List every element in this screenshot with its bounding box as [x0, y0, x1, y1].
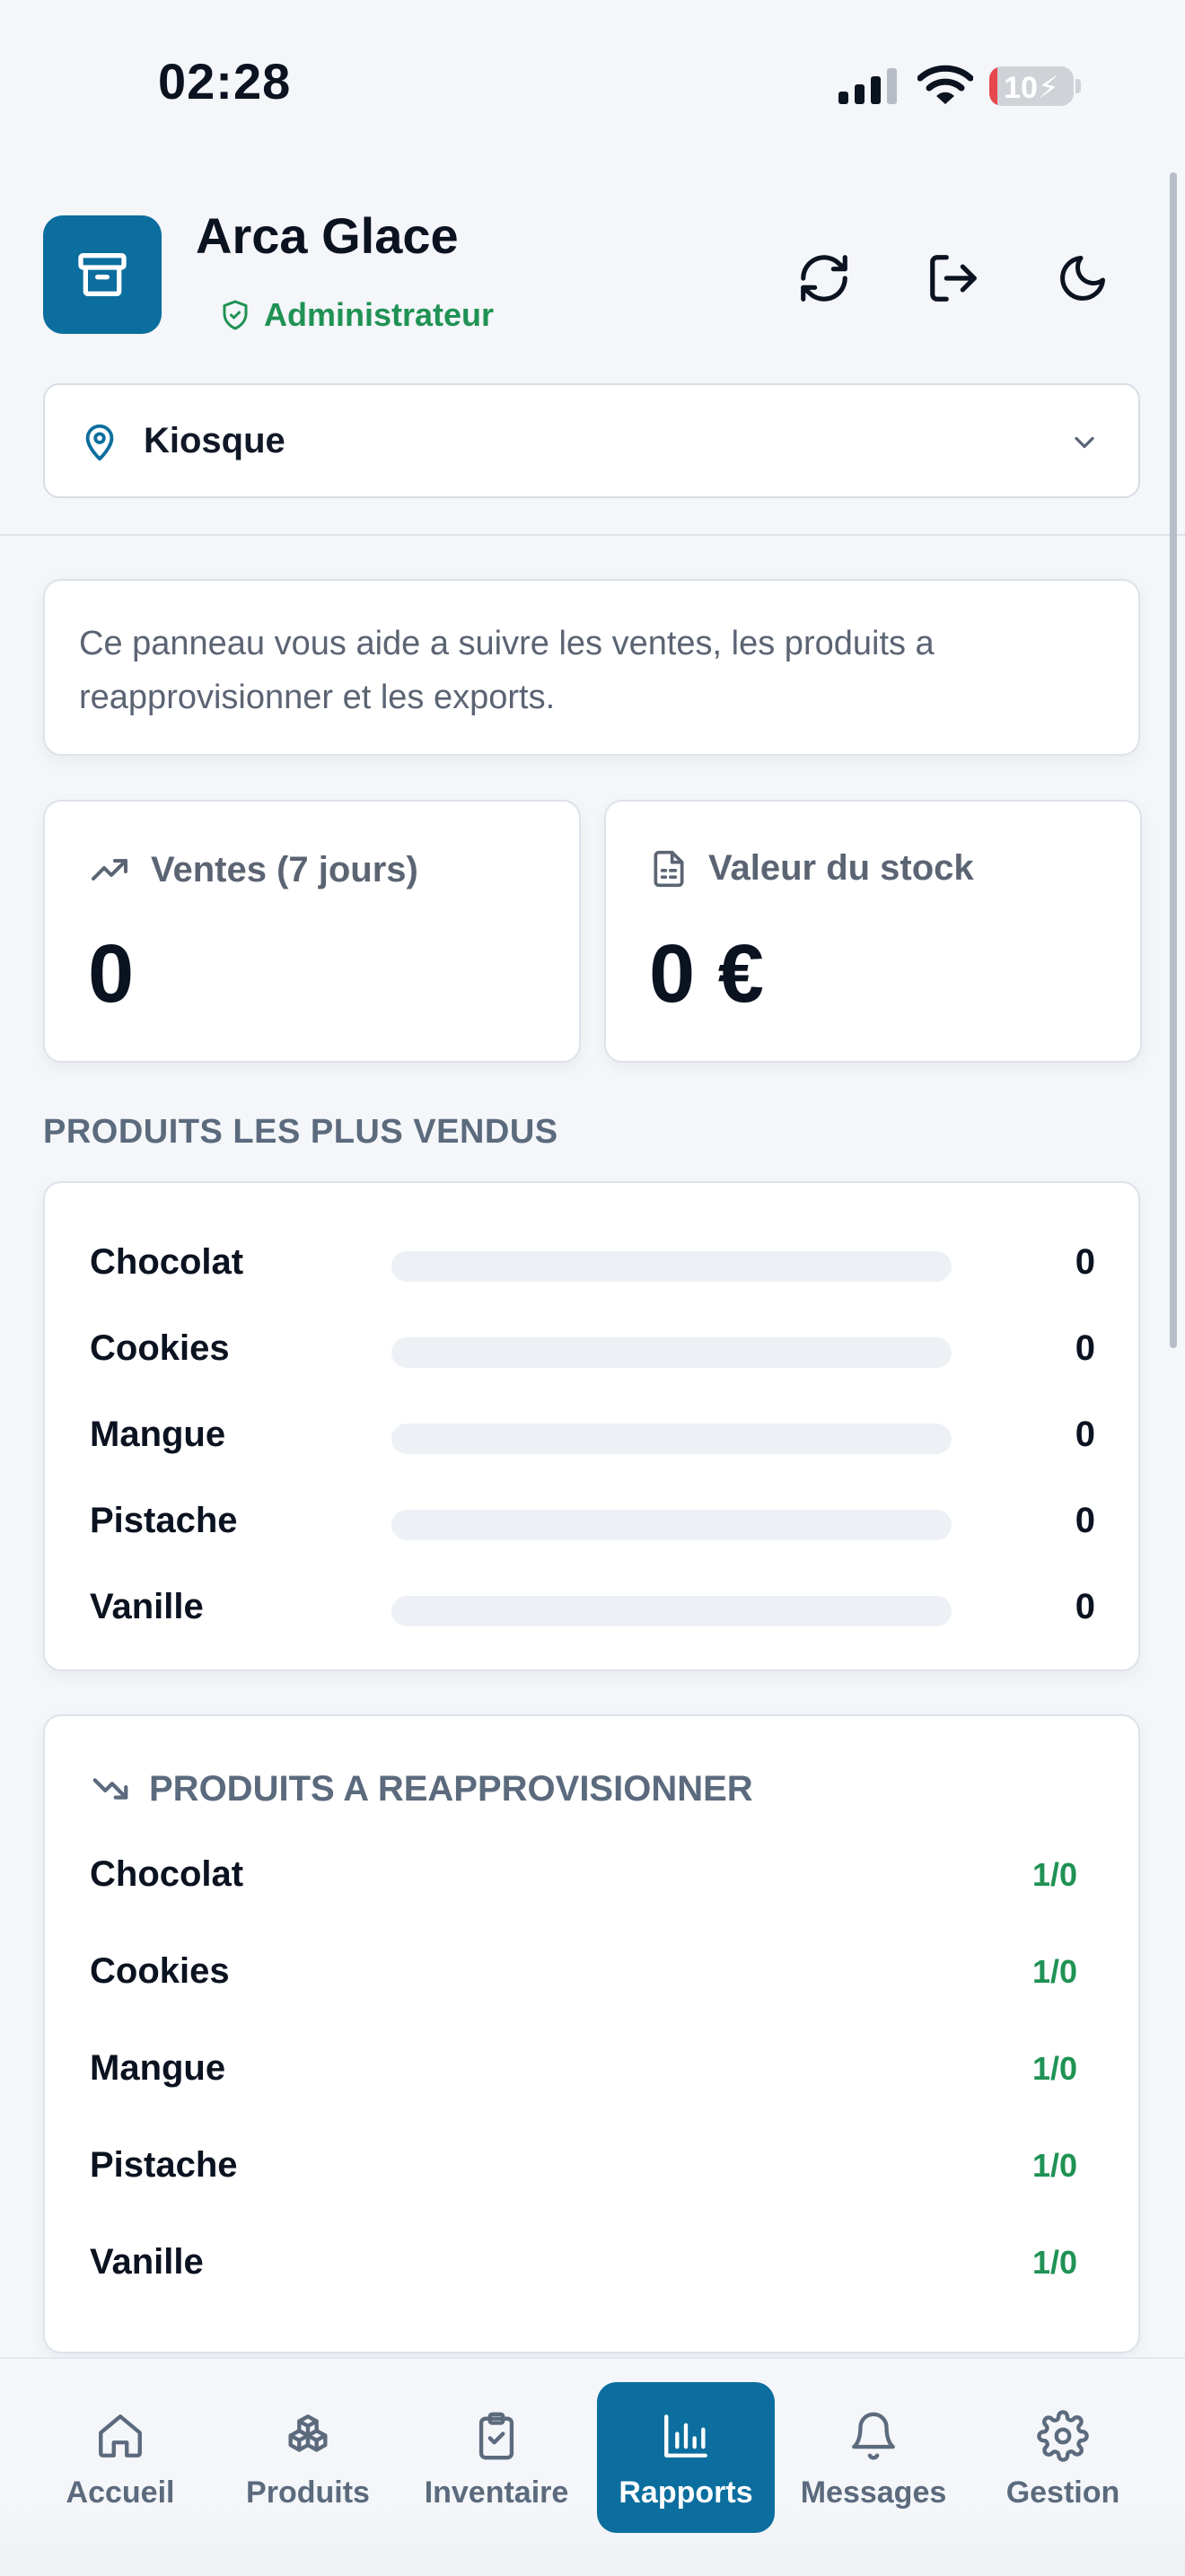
top-product-bar-track	[391, 1596, 952, 1626]
top-product-row: Vanille 0	[90, 1578, 1095, 1632]
restock-title: PRODUITS A REAPPROVISIONNER	[149, 1768, 753, 1809]
location-select[interactable]: Kiosque	[43, 383, 1140, 498]
top-product-bar-track	[391, 1251, 952, 1282]
refresh-button[interactable]	[788, 242, 860, 314]
top-product-bar-track	[391, 1337, 952, 1368]
top-product-name: Chocolat	[90, 1242, 244, 1282]
top-products-card: Chocolat 0 Cookies 0 Mangue 0 Pistache 0 Vanille…	[43, 1181, 1140, 1671]
restock-product-name: Vanille	[90, 2242, 204, 2282]
bar-chart-icon	[660, 2407, 712, 2465]
top-product-value: 0	[1075, 1328, 1095, 1368]
restock-product-name: Pistache	[90, 2145, 238, 2185]
top-product-name: Mangue	[90, 1415, 226, 1454]
intro-card: Ce panneau vous aide a suivre les ventes…	[43, 579, 1140, 756]
top-products-title: PRODUITS LES PLUS VENDUS	[43, 1113, 558, 1151]
app-title: Arca Glace	[196, 207, 459, 264]
nav-label: Produits	[246, 2475, 370, 2510]
top-product-row: Mangue 0	[90, 1406, 1095, 1459]
role-badge: Administrateur	[219, 296, 494, 334]
restock-product-name: Mangue	[90, 2048, 226, 2088]
restock-row: Vanille 1/0	[90, 2235, 1077, 2289]
role-label: Administrateur	[264, 296, 495, 333]
moon-icon	[1056, 251, 1110, 305]
restock-product-name: Cookies	[90, 1951, 230, 1991]
clipboard-check-icon	[470, 2407, 522, 2465]
top-product-value: 0	[1075, 1587, 1095, 1626]
restock-ratio: 1/0	[1031, 1856, 1077, 1893]
nav-item-rapports[interactable]: Rapports	[597, 2382, 775, 2533]
restock-ratio: 1/0	[1031, 2244, 1077, 2281]
gear-icon	[1037, 2407, 1089, 2465]
document-icon	[649, 849, 689, 889]
status-time: 02:28	[158, 53, 292, 110]
nav-item-gestion[interactable]: Gestion	[974, 2382, 1152, 2533]
sales-stat-value: 0	[88, 928, 135, 1020]
nav-label: Rapports	[619, 2475, 753, 2510]
top-product-name: Vanille	[90, 1587, 204, 1626]
battery-cap	[1075, 79, 1081, 93]
app-header: Arca Glace Administrateur Kiosque	[0, 171, 1185, 536]
nav-item-accueil[interactable]: Accueil	[31, 2382, 209, 2533]
top-product-row: Cookies 0	[90, 1319, 1095, 1373]
top-product-row: Pistache 0	[90, 1492, 1095, 1546]
stock-value-card: Valeur du stock 0 €	[604, 800, 1142, 1063]
restock-row: Mangue 1/0	[90, 2041, 1077, 2095]
chevron-down-icon	[1068, 426, 1101, 459]
logout-button[interactable]	[917, 242, 989, 314]
nav-item-messages[interactable]: Messages	[785, 2382, 962, 2533]
nav-label: Messages	[800, 2475, 947, 2510]
nav-label: Gestion	[1005, 2475, 1120, 2510]
logout-icon	[926, 250, 981, 306]
restock-row: Cookies 1/0	[90, 1944, 1077, 1998]
top-product-name: Pistache	[90, 1501, 238, 1540]
location-value: Kiosque	[144, 421, 285, 460]
stock-value-value: 0 €	[649, 928, 764, 1020]
scrollbar[interactable]	[1170, 172, 1177, 1348]
top-product-bar-track	[391, 1510, 952, 1540]
top-product-row: Chocolat 0	[90, 1233, 1095, 1287]
restock-row: Pistache 1/0	[90, 2138, 1077, 2192]
status-bar: 02:28 10⚡	[0, 0, 1185, 171]
nav-item-inventaire[interactable]: Inventaire	[408, 2382, 585, 2533]
bottom-nav: Accueil Produits Inventaire Rapports Message…	[0, 2357, 1185, 2576]
restock-product-name: Chocolat	[90, 1854, 244, 1894]
sales-stat-label: Ventes (7 jours)	[151, 849, 418, 889]
shield-check-icon	[219, 299, 251, 331]
intro-text: Ce panneau vous aide a suivre les ventes…	[79, 625, 935, 716]
top-product-value: 0	[1075, 1415, 1095, 1454]
boxes-icon	[282, 2407, 334, 2465]
stock-value-label: Valeur du stock	[708, 848, 974, 888]
restock-ratio: 1/0	[1031, 2147, 1077, 2184]
battery-indicator: 10⚡	[989, 66, 1074, 106]
refresh-icon	[796, 250, 852, 306]
sales-stat-card: Ventes (7 jours) 0	[43, 800, 581, 1063]
trending-up-icon	[88, 848, 131, 891]
cellular-signal-icon	[838, 68, 901, 104]
trending-down-icon	[90, 1768, 131, 1809]
restock-ratio: 1/0	[1031, 2050, 1077, 2087]
wifi-icon	[917, 65, 973, 106]
battery-level-text: 10	[1004, 71, 1038, 105]
top-product-bar-track	[391, 1424, 952, 1454]
top-product-name: Cookies	[90, 1328, 230, 1368]
restock-ratio: 1/0	[1031, 1953, 1077, 1990]
map-pin-icon	[79, 421, 120, 462]
nav-label: Inventaire	[424, 2475, 569, 2510]
nav-label: Accueil	[66, 2475, 175, 2510]
bell-icon	[847, 2407, 900, 2465]
top-product-value: 0	[1075, 1501, 1095, 1540]
restock-row: Chocolat 1/0	[90, 1847, 1077, 1901]
theme-toggle-button[interactable]	[1047, 242, 1119, 314]
archive-icon	[43, 215, 162, 334]
top-product-value: 0	[1075, 1242, 1095, 1282]
home-icon	[94, 2407, 146, 2465]
nav-item-produits[interactable]: Produits	[219, 2382, 397, 2533]
restock-card: PRODUITS A REAPPROVISIONNER Chocolat 1/0 C…	[43, 1714, 1140, 2353]
